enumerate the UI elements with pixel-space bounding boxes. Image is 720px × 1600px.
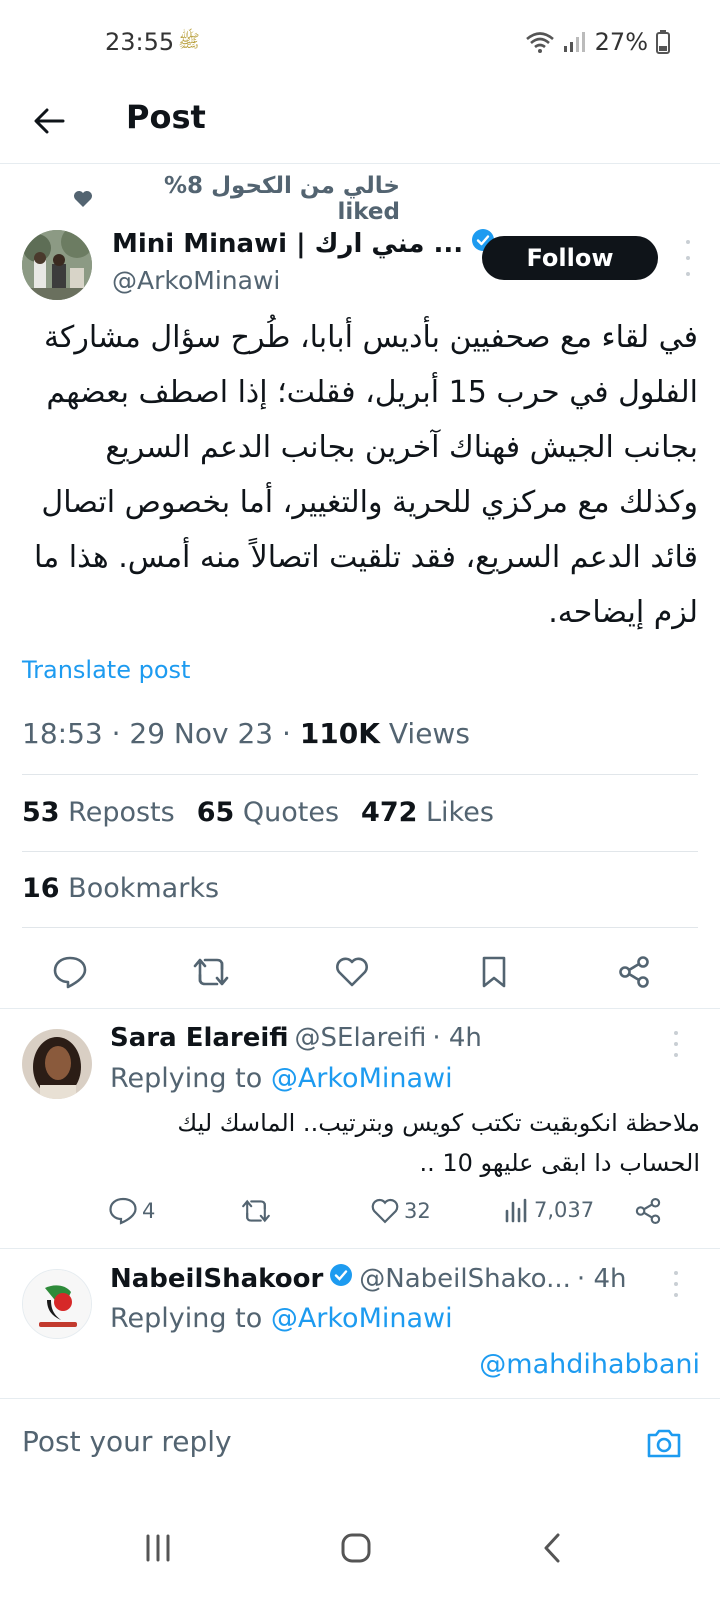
reply-more-icon[interactable]	[672, 1031, 680, 1057]
views-label: Views	[379, 717, 470, 750]
reply-header: Sara Elareifi @SElareifi · 4h	[110, 1023, 482, 1053]
author-name[interactable]: Mini Minawi | مني ارك ...	[112, 228, 495, 259]
views-count: 110K	[299, 717, 380, 750]
reply-repost-button[interactable]	[240, 1197, 272, 1225]
status-time: 23:55	[105, 28, 175, 56]
reply-like-button[interactable]: 32	[370, 1197, 431, 1225]
reply-author-handle[interactable]: @SElareifi	[295, 1023, 427, 1053]
author-avatar[interactable]	[22, 230, 92, 300]
repost-icon	[242, 1199, 270, 1223]
arrow-left-icon	[34, 108, 65, 134]
reply-avatar[interactable]	[22, 1269, 92, 1339]
divider	[22, 927, 698, 928]
bookmarks-stats: 16 Bookmarks	[22, 873, 219, 904]
social-context[interactable]: خالي من الكحول 8% liked	[70, 173, 400, 225]
back-nav-icon[interactable]	[522, 1520, 582, 1576]
reply-icon	[109, 1197, 137, 1225]
author-name-text: Mini Minawi | مني ارك ...	[112, 228, 464, 259]
reply-views-button[interactable]: 7,037	[504, 1197, 594, 1223]
reply-text-mention[interactable]: @mahdihabbani	[110, 1345, 700, 1385]
replying-to: Replying to @ArkoMinawi	[110, 1063, 453, 1094]
reply-item[interactable]: NabeilShakoor @NabeilShako... · 4h Reply…	[0, 1249, 720, 1398]
reply-share-button[interactable]	[634, 1197, 662, 1225]
home-icon[interactable]	[326, 1520, 386, 1576]
replying-to: Replying to @ArkoMinawi	[110, 1303, 453, 1334]
reposts-stat[interactable]: 53 Reposts	[22, 797, 175, 828]
battery-icon	[656, 30, 670, 54]
reply-author-name[interactable]: NabeilShakoor	[110, 1264, 323, 1294]
post-author: Mini Minawi | مني ارك ... @ArkoMinawi Fo…	[0, 226, 720, 306]
quotes-stat[interactable]: 65 Quotes	[197, 797, 339, 828]
battery-level: 27%	[594, 28, 648, 56]
reply-avatar[interactable]	[22, 1029, 92, 1099]
reply-item[interactable]: Sara Elareifi @SElareifi · 4h Replying t…	[0, 1009, 720, 1247]
reply-author-handle[interactable]: @NabeilShako...	[359, 1264, 571, 1294]
translate-link[interactable]: Translate post	[22, 656, 190, 684]
reply-input[interactable]: Post your reply	[22, 1425, 232, 1458]
social-context-text: خالي من الكحول 8% liked	[164, 173, 400, 225]
divider	[22, 774, 698, 775]
post-meta: 18:53 · 29 Nov 23 · 110K Views	[22, 717, 470, 750]
bookmark-icon[interactable]	[470, 948, 518, 996]
reply-more-icon[interactable]	[672, 1271, 680, 1297]
status-bar: 23:55 ﷺ 27%	[0, 0, 720, 88]
signal-icon	[563, 32, 585, 52]
like-icon[interactable]	[328, 948, 376, 996]
reply-time: · 4h	[576, 1263, 627, 1294]
reply-header: NabeilShakoor @NabeilShako... · 4h	[110, 1263, 626, 1294]
like-icon	[371, 1198, 399, 1224]
recent-apps-icon[interactable]	[128, 1520, 188, 1576]
reply-time: · 4h	[432, 1023, 482, 1053]
top-header: Post	[0, 88, 720, 164]
post-action-bar	[0, 944, 720, 1000]
share-icon	[635, 1197, 661, 1225]
back-button[interactable]	[24, 96, 74, 146]
likes-stat[interactable]: 472 Likes	[361, 797, 494, 828]
follow-button[interactable]: Follow	[482, 236, 658, 280]
author-handle[interactable]: @ArkoMinawi	[112, 266, 280, 295]
repost-icon[interactable]	[187, 948, 235, 996]
reply-text: ملاحظة انكوبقيت تكتب كويس وبترتيب.. الما…	[177, 1109, 700, 1177]
reply-action-bar: 4 32 7,037	[108, 1197, 668, 1233]
reply-reply-button[interactable]: 4	[108, 1197, 155, 1225]
views-icon	[505, 1198, 527, 1223]
reply-icon[interactable]	[46, 948, 94, 996]
more-options-icon[interactable]	[682, 240, 694, 276]
bookmarks-stat[interactable]: 16 Bookmarks	[22, 873, 219, 904]
post-text: في لقاء مع صحفيين بأديس أبابا، طُرح سؤال…	[34, 320, 698, 630]
post-time: 18:53 · 29 Nov 23 ·	[22, 717, 300, 750]
status-right: 27%	[525, 28, 670, 56]
camera-icon[interactable]	[644, 1423, 684, 1463]
divider	[22, 851, 698, 852]
replying-to-mention[interactable]: @ArkoMinawi	[271, 1063, 453, 1094]
engagement-stats: 53 Reposts 65 Quotes 472 Likes	[22, 797, 494, 828]
share-icon[interactable]	[610, 948, 658, 996]
reply-composer: Post your reply	[0, 1398, 720, 1492]
page-title: Post	[126, 98, 206, 136]
heart-icon	[70, 190, 97, 208]
wifi-icon	[525, 32, 554, 53]
system-nav-bar	[0, 1492, 720, 1600]
replying-to-mention[interactable]: @ArkoMinawi	[271, 1303, 453, 1334]
status-extra-icon: ﷺ	[178, 31, 200, 52]
reply-author-name[interactable]: Sara Elareifi	[110, 1023, 289, 1053]
verified-badge-icon	[329, 1263, 353, 1294]
